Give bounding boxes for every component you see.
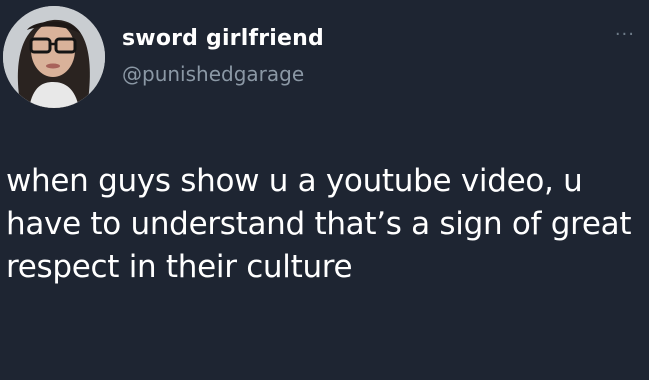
display-name[interactable]: sword girlfriend xyxy=(122,26,324,51)
user-handle[interactable]: @punishedgarage xyxy=(122,62,304,86)
more-options-icon[interactable]: ··· xyxy=(615,26,635,44)
profile-photo-icon xyxy=(3,6,105,108)
avatar[interactable] xyxy=(3,6,105,108)
tweet-card: sword girlfriend @punishedgarage ··· whe… xyxy=(0,0,649,380)
tweet-text: when guys show u a youtube video, u have… xyxy=(6,163,632,285)
